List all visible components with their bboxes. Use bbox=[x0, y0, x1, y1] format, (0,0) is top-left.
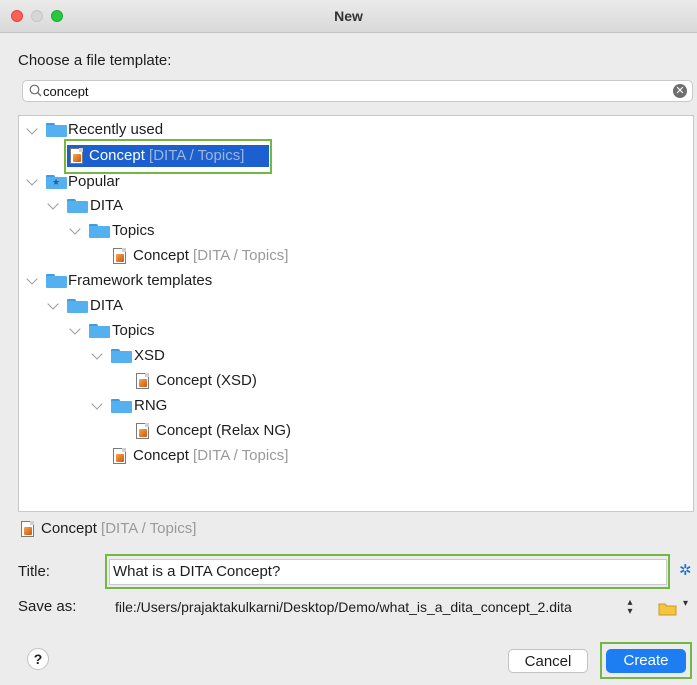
chevron-down-icon[interactable] bbox=[91, 348, 103, 360]
selected-template-summary: Concept [DITA / Topics] bbox=[41, 518, 196, 540]
chevron-down-icon[interactable] bbox=[26, 273, 38, 285]
search-icon bbox=[29, 84, 42, 97]
tree-group-recently-used[interactable]: Recently used bbox=[68, 119, 163, 141]
chevron-down-icon[interactable] bbox=[69, 323, 81, 335]
folder-icon bbox=[111, 399, 132, 413]
clear-icon[interactable]: ✕ bbox=[673, 84, 687, 98]
tree-item-concept-relax-ng[interactable]: Concept (Relax NG) bbox=[156, 420, 291, 442]
title-input[interactable]: What is a DITA Concept? bbox=[109, 559, 667, 585]
template-search-input[interactable]: concept ✕ bbox=[22, 80, 693, 102]
chevron-down-icon[interactable]: ▾ bbox=[683, 598, 688, 609]
save-as-path-select[interactable]: file:/Users/prajaktakulkarni/Desktop/Dem… bbox=[109, 596, 649, 618]
concept-file-icon bbox=[136, 423, 149, 439]
tree-folder-popular-dita[interactable]: DITA bbox=[90, 195, 123, 217]
help-button[interactable]: ? bbox=[27, 648, 49, 670]
chevron-down-icon[interactable] bbox=[47, 198, 59, 210]
tree-group-popular[interactable]: Popular bbox=[68, 171, 120, 193]
tree-folder-rng[interactable]: RNG bbox=[134, 395, 167, 417]
template-tree[interactable]: Recently used Concept [DITA / Topics] ★ … bbox=[18, 115, 694, 512]
tree-item-popular-concept[interactable]: Concept [DITA / Topics] bbox=[133, 245, 288, 267]
chevron-down-icon[interactable] bbox=[26, 123, 38, 135]
tree-group-framework-templates[interactable]: Framework templates bbox=[68, 270, 212, 292]
concept-file-icon bbox=[136, 373, 149, 389]
tree-folder-framework-topics[interactable]: Topics bbox=[112, 320, 155, 342]
chevron-down-icon[interactable] bbox=[47, 298, 59, 310]
cancel-button[interactable]: Cancel bbox=[508, 649, 588, 673]
chevron-down-icon[interactable] bbox=[91, 398, 103, 410]
tree-item-name: Concept bbox=[89, 147, 145, 164]
save-as-label: Save as: bbox=[18, 598, 77, 615]
tree-item-framework-concept[interactable]: Concept [DITA / Topics] bbox=[133, 445, 288, 467]
window-titlebar: New bbox=[0, 0, 697, 33]
create-button[interactable]: Create bbox=[606, 649, 686, 673]
folder-icon bbox=[89, 224, 110, 238]
folder-icon bbox=[67, 299, 88, 313]
concept-file-icon bbox=[113, 248, 126, 264]
tree-item-path: [DITA / Topics] bbox=[193, 447, 289, 464]
window-title: New bbox=[334, 8, 363, 24]
tree-folder-framework-dita[interactable]: DITA bbox=[90, 295, 123, 317]
concept-file-icon bbox=[113, 448, 126, 464]
concept-file-icon bbox=[70, 148, 83, 164]
choose-template-label: Choose a file template: bbox=[18, 52, 172, 69]
tree-item-name: Concept bbox=[133, 447, 189, 464]
tree-folder-popular-topics[interactable]: Topics bbox=[112, 220, 155, 242]
tree-item-name: Concept bbox=[133, 247, 189, 264]
chevron-down-icon[interactable] bbox=[69, 223, 81, 235]
concept-file-icon bbox=[21, 521, 34, 537]
folder-icon bbox=[111, 349, 132, 363]
selected-template-path: [DITA / Topics] bbox=[101, 520, 197, 537]
stepper-icon[interactable]: ▴ ▾ bbox=[622, 598, 638, 617]
tree-item-recent-concept[interactable]: Concept [DITA / Topics] bbox=[89, 145, 244, 167]
tree-item-concept-xsd[interactable]: Concept (XSD) bbox=[156, 370, 257, 392]
browse-folder-icon[interactable] bbox=[658, 601, 677, 616]
starred-folder-icon: ★ bbox=[46, 175, 67, 189]
title-label: Title: bbox=[18, 563, 50, 580]
folder-icon bbox=[67, 199, 88, 213]
gear-icon[interactable]: ✲ bbox=[679, 563, 692, 579]
tree-folder-xsd[interactable]: XSD bbox=[134, 345, 165, 367]
folder-icon bbox=[46, 123, 67, 137]
search-value: concept bbox=[43, 84, 89, 99]
selected-template-name: Concept bbox=[41, 520, 97, 537]
folder-icon bbox=[46, 274, 67, 288]
tree-item-path: [DITA / Topics] bbox=[193, 247, 289, 264]
chevron-down-icon[interactable] bbox=[26, 174, 38, 186]
folder-icon bbox=[89, 324, 110, 338]
tree-item-path: [DITA / Topics] bbox=[149, 147, 245, 164]
